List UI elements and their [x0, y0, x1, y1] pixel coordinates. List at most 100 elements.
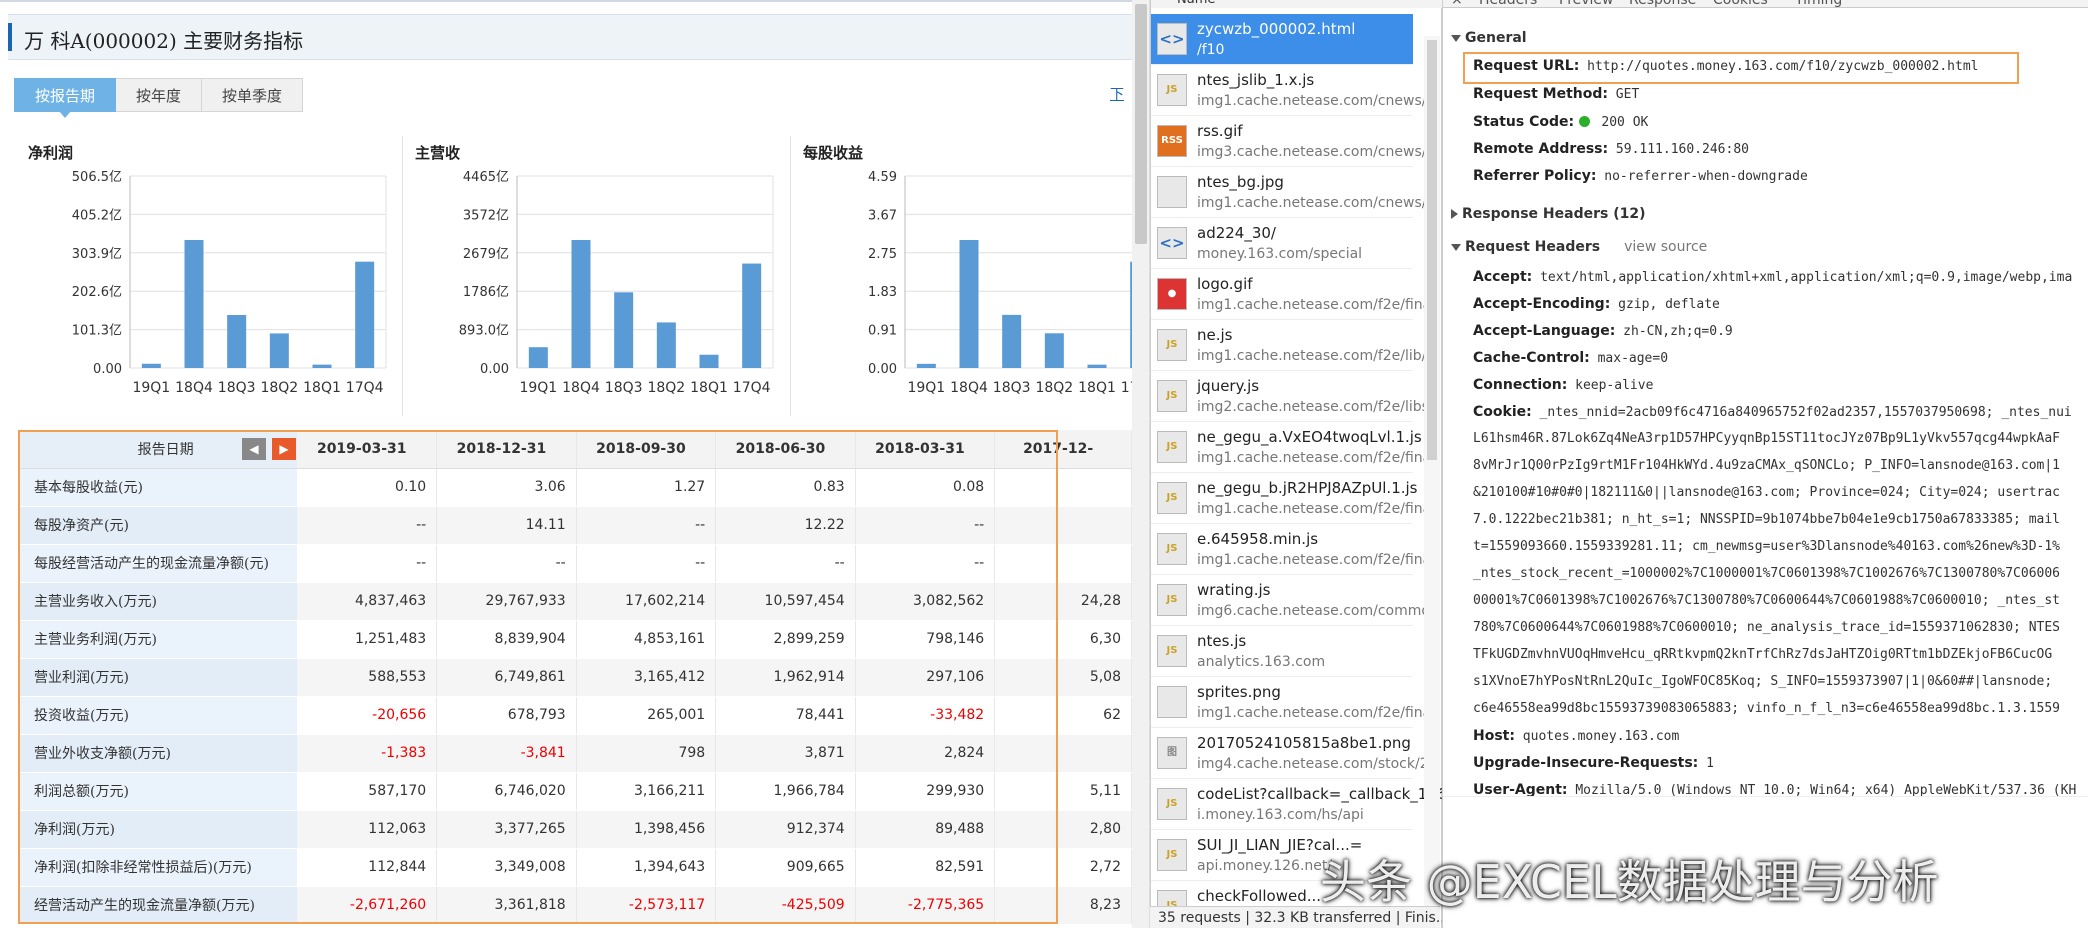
- cookie-value-line: TFkUGDZmvhnVUOqHmveHcu_qRRtkvpmQ2knTrfCh…: [1473, 647, 2053, 662]
- network-request-item[interactable]: JS ntes.js analytics.163.com: [1151, 626, 1413, 677]
- table-cell: 14.11: [436, 506, 577, 545]
- general-section-toggle[interactable]: General: [1451, 30, 1527, 46]
- response-headers-toggle[interactable]: Response Headers (12): [1451, 206, 1645, 222]
- file-type-icon: JS: [1157, 431, 1187, 463]
- table-cell: [994, 544, 1132, 583]
- tab-headers[interactable]: Headers: [1479, 0, 1537, 8]
- name-column-header[interactable]: Name: [1151, 0, 1451, 8]
- network-request-item[interactable]: JS ne_gegu_a.VxEO4twoqLvl.1.js img1.cache.…: [1151, 422, 1431, 473]
- date-column-header[interactable]: 2018-12-31: [436, 430, 577, 469]
- table-cell: 798,146: [855, 620, 996, 659]
- network-request-item[interactable]: JS e.645958.min.js img1.cache.netease.com/…: [1151, 524, 1431, 575]
- period-tabs: 按报告期 按年度 按单季度: [14, 78, 304, 118]
- network-request-item[interactable]: ● logo.gif img1.cache.netease.com/f2e/fina: [1151, 269, 1431, 320]
- date-column-header[interactable]: 2018-09-30: [576, 430, 717, 469]
- bar: [269, 333, 289, 368]
- table-cell: 112,844: [297, 848, 438, 887]
- request-headers-toggle[interactable]: Request Headers view source: [1451, 239, 1707, 255]
- table-cell: 6,746,020: [436, 772, 577, 811]
- download-link[interactable]: 下: [1110, 84, 1124, 104]
- request-domain: img1.cache.netease.com/f2e/fina: [1197, 501, 1432, 517]
- network-request-item[interactable]: RSS rss.gif img3.cache.netease.com/cnews/i: [1151, 116, 1430, 167]
- date-column-header[interactable]: 2018-06-30: [715, 430, 856, 469]
- date-column-header[interactable]: 2019-03-31: [297, 430, 438, 469]
- date-column-header[interactable]: 2017-12-: [994, 430, 1132, 469]
- table-cell: 912,374: [715, 810, 856, 849]
- table-cell: -425,509: [715, 886, 856, 925]
- header-value: 1: [1698, 756, 1714, 771]
- close-icon[interactable]: ×: [1451, 0, 1463, 8]
- date-column-header[interactable]: 2018-03-31: [855, 430, 996, 469]
- network-request-item[interactable]: <> zycwzb_000002.html/f10: [1151, 14, 1413, 65]
- y-tick-label: 4465亿: [463, 170, 509, 185]
- table-cell: 3,166,211: [576, 772, 717, 811]
- table-row: 每股经营活动产生的现金流量净额(元) -- -- -- -- --: [18, 544, 1132, 583]
- network-request-item[interactable]: JS ntes_jslib_1.x.js img1.cache.netease.co…: [1151, 65, 1438, 116]
- network-request-item[interactable]: JS wrating.js img6.cache.netease.com/commo: [1151, 575, 1430, 626]
- next-period-button[interactable]: ▶: [272, 438, 296, 460]
- table-cell: 3,871: [715, 734, 856, 773]
- network-request-item[interactable]: JS jquery.js img2.cache.netease.com/f2e/li…: [1151, 371, 1429, 422]
- network-request-item[interactable]: 图 20170524105815a8be1.png img4.cache.netea…: [1151, 728, 1433, 779]
- header-key: Accept-Encoding:: [1473, 296, 1611, 312]
- network-request-item[interactable]: ntes_bg.jpg img1.cache.netease.com/cnews/…: [1151, 167, 1430, 218]
- table-row: 主营业务收入(万元) 4,837,463 29,767,933 17,602,214 1…: [18, 582, 1132, 621]
- table-cell: 1,962,914: [715, 658, 856, 697]
- request-name: jquery.js: [1197, 377, 1260, 395]
- table-cell: 78,441: [715, 696, 856, 735]
- table-cell: 3,361,818: [436, 886, 577, 925]
- tab-by-year[interactable]: 按年度: [115, 78, 203, 112]
- file-type-icon: [1157, 686, 1187, 718]
- network-request-item[interactable]: JS ne.js img1.cache.netease.com/f2e/lib/j: [1151, 320, 1430, 371]
- request-domain: analytics.163.com: [1197, 654, 1326, 670]
- tab-by-report-period[interactable]: 按报告期: [14, 78, 117, 118]
- request-name: ne_gegu_a.VxEO4twoqLvl.1.js: [1197, 428, 1422, 446]
- prev-period-button[interactable]: ◀: [242, 438, 266, 460]
- tab-cookies[interactable]: Cookies: [1713, 0, 1768, 8]
- tab-response[interactable]: Response: [1629, 0, 1696, 8]
- scrollbar-thumb[interactable]: [1427, 40, 1437, 460]
- page-scrollbar[interactable]: [1132, 0, 1150, 928]
- table-cell: [994, 734, 1132, 773]
- file-type-icon: 图: [1157, 737, 1187, 769]
- bar: [699, 354, 719, 368]
- tab-preview[interactable]: Preview: [1559, 0, 1614, 8]
- network-request-item[interactable]: sprites.png img1.cache.netease.com/f2e/fi…: [1151, 677, 1431, 728]
- file-type-icon: JS: [1157, 74, 1187, 106]
- header-value: keep-alive: [1567, 378, 1654, 393]
- table-row: 主营业务利润(万元) 1,251,483 8,839,904 4,853,161 2,8…: [18, 620, 1132, 659]
- request-domain: img1.cache.netease.com/f2e/fina: [1197, 450, 1432, 466]
- header-value: 59.111.160.246:80: [1608, 142, 1749, 157]
- table-cell: 2,72: [994, 848, 1132, 887]
- view-source-link[interactable]: view source: [1624, 239, 1707, 255]
- request-list-scrollbar[interactable]: [1424, 36, 1440, 906]
- table-cell: 112,063: [297, 810, 438, 849]
- request-name: zycwzb_000002.html: [1197, 20, 1356, 38]
- file-type-icon: JS: [1157, 533, 1187, 565]
- table-cell: 4,853,161: [576, 620, 717, 659]
- x-tick-label: 18Q1: [1078, 380, 1116, 396]
- tab-by-quarter[interactable]: 按单季度: [201, 78, 304, 112]
- header-key: Accept:: [1473, 269, 1533, 285]
- report-date-header: 报告日期 ◀ ▶: [18, 430, 298, 469]
- header-value: text/html,application/xhtml+xml,applicat…: [1532, 270, 2073, 285]
- table-cell: [994, 506, 1132, 545]
- table-row: 经营活动产生的现金流量净额(万元) -2,671,260 3,361,818 -2,5…: [18, 886, 1132, 925]
- table-cell: 6,749,861: [436, 658, 577, 697]
- table-cell: -3,841: [436, 734, 577, 773]
- cookie-value-line: &210100#10#0#0|182111&0||lansnode@163.co…: [1473, 485, 2060, 500]
- network-request-item[interactable]: JS codeList?callback=_callback_1363 i.mone…: [1151, 779, 1456, 830]
- scrollbar-thumb[interactable]: [1135, 4, 1147, 244]
- tab-timing[interactable]: Timing: [1795, 0, 1842, 8]
- row-label: 营业利润(万元): [18, 658, 298, 697]
- general-field: Status Code: 200 OK: [1473, 114, 1648, 130]
- table-cell: -2,775,365: [855, 886, 996, 925]
- top-border: [0, 0, 1132, 2]
- general-field: Request URL: http://quotes.money.163.com…: [1473, 58, 1979, 74]
- table-cell: --: [855, 506, 996, 545]
- x-tick-label: 18Q2: [647, 380, 685, 396]
- network-request-item[interactable]: JS ne_gegu_b.jR2HPJ8AZpUl.1.js img1.cache.…: [1151, 473, 1431, 524]
- network-request-item[interactable]: <> ad224_30/money.163.com/special: [1151, 218, 1413, 269]
- table-row: 净利润(扣除非经常性损益后)(万元) 112,844 3,349,008 1,394,…: [18, 848, 1132, 887]
- header-value: quotes.money.163.com: [1514, 729, 1680, 744]
